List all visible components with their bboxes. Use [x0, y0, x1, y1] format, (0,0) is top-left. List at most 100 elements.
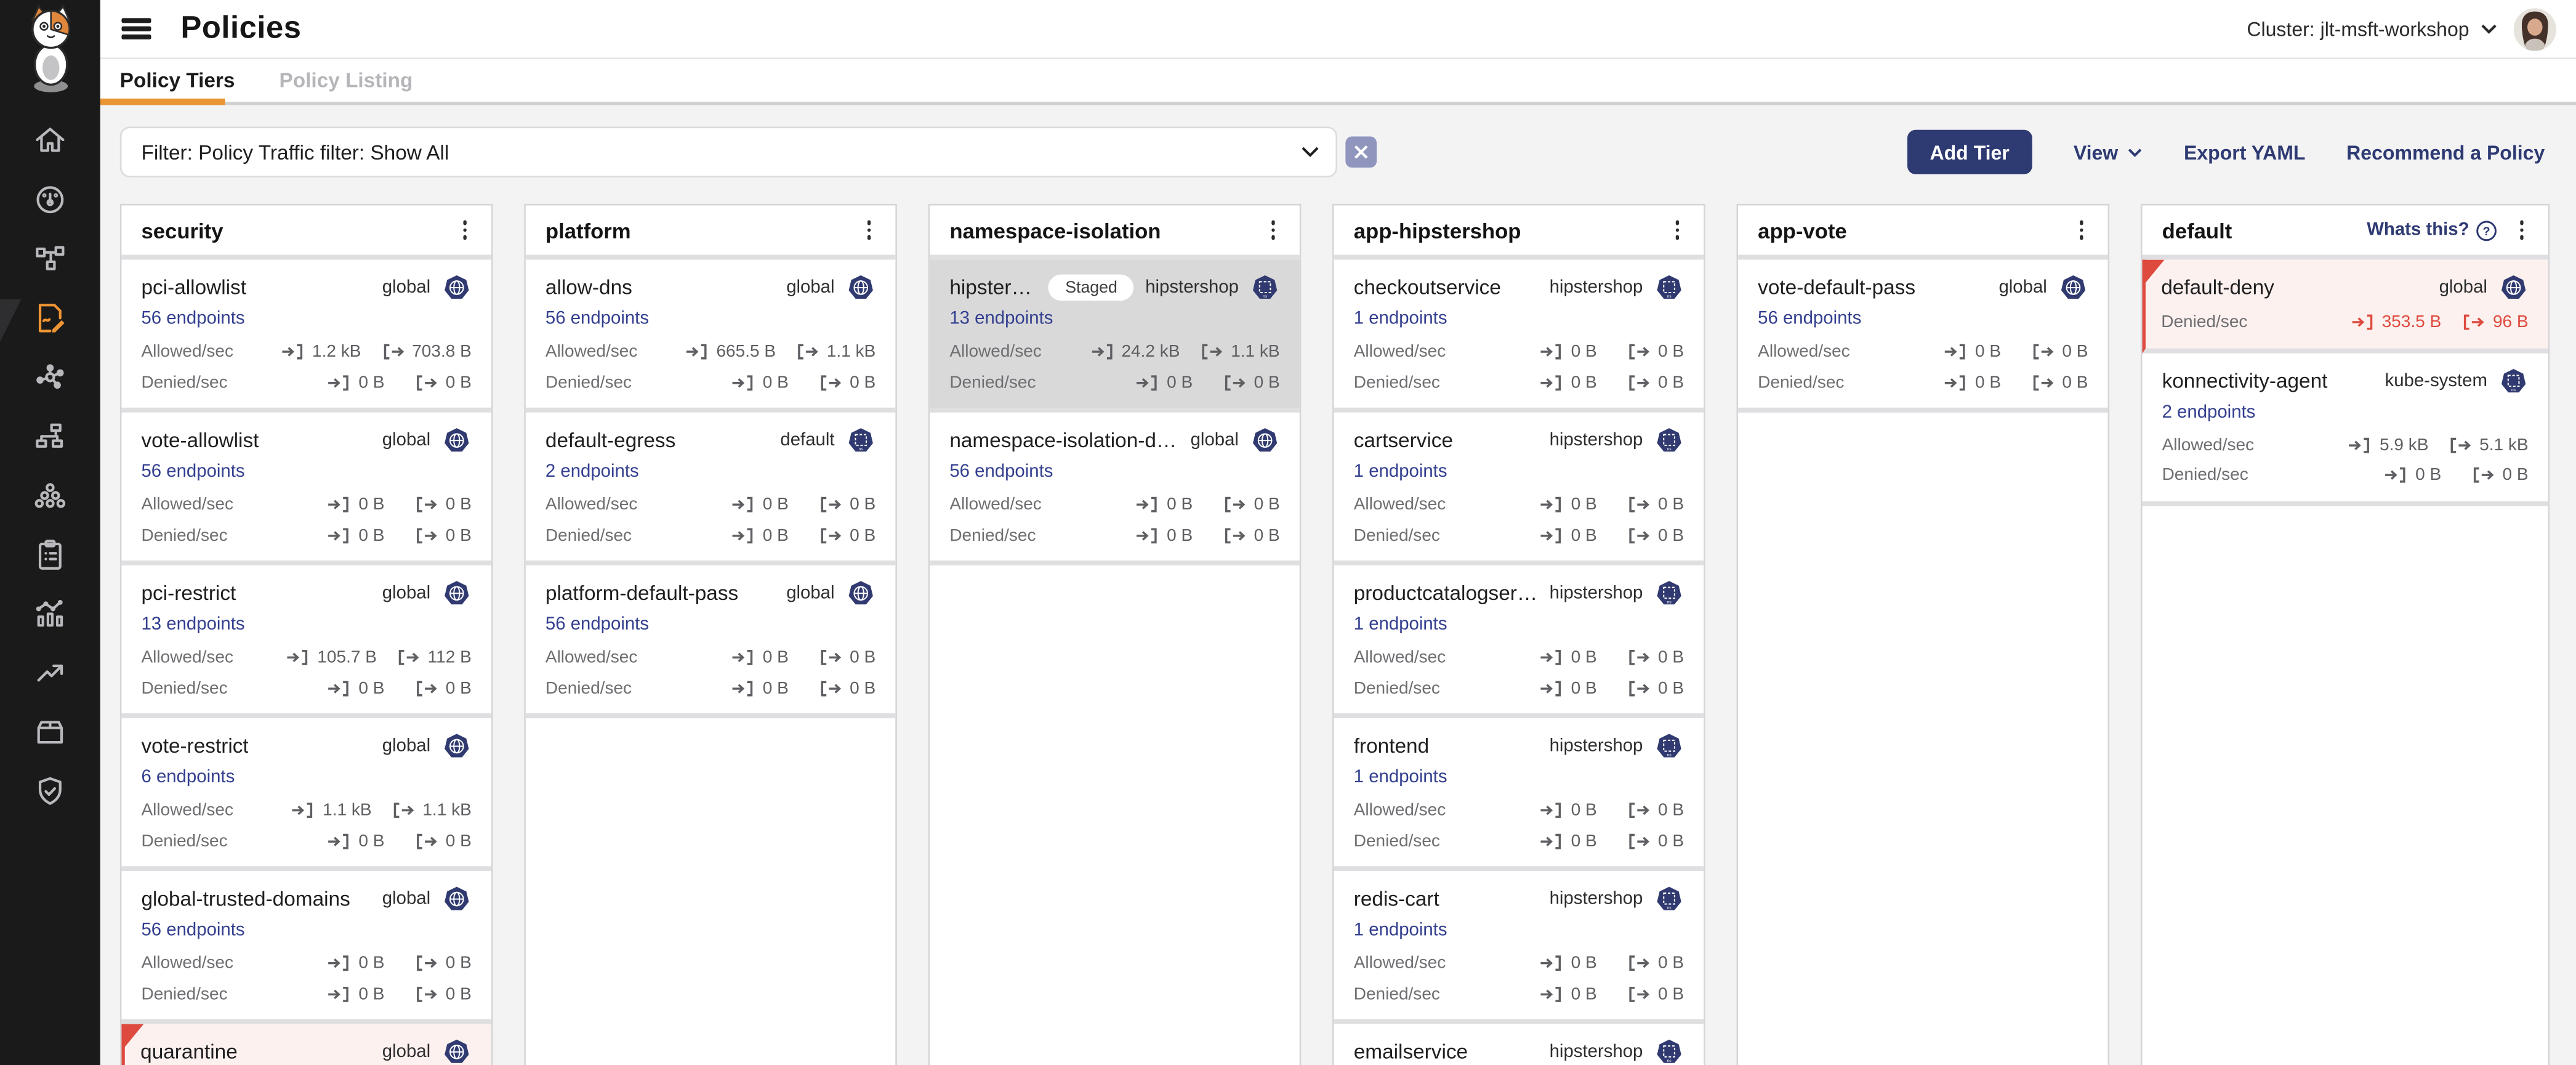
endpoints-link[interactable]: 13 endpoints	[141, 614, 244, 636]
tier-menu-kebab-icon[interactable]	[1262, 217, 1284, 243]
egress-stat: 0 B	[1212, 525, 1279, 545]
traffic-stat-row: Denied/sec 0 B 0 B	[545, 371, 875, 393]
egress-stat: 0 B	[2021, 342, 2088, 362]
ingress-stat: 1.1 kB	[291, 800, 371, 820]
endpoints-link[interactable]: 56 endpoints	[1758, 308, 1861, 330]
policy-card-vote-default-pass[interactable]: vote-default-passglobal 56 endpointsAllo…	[1738, 260, 2107, 413]
policy-card-pci-allowlist[interactable]: pci-allowlistglobal 56 endpointsAllowed/…	[121, 260, 491, 413]
sidebar-item-package-box[interactable]	[0, 707, 100, 766]
policy-card-namespace-isolation-default-p[interactable]: namespace-isolation-default-p…global 56 …	[930, 413, 1299, 565]
policies-app: Policies Cluster: jlt-msft-workshop	[0, 0, 2576, 1065]
policy-card-vote-allowlist[interactable]: vote-allowlistglobal 56 endpointsAllowed…	[121, 413, 491, 565]
traffic-stat-row: Denied/sec 0 B 0 B	[141, 371, 471, 393]
endpoints-link[interactable]: 13 endpoints	[949, 308, 1053, 330]
egress-stat: 0 B	[808, 372, 875, 392]
policy-card-pci-restrict[interactable]: pci-restrictglobal 13 endpointsAllowed/s…	[121, 565, 491, 718]
endpoints-link[interactable]: 56 endpoints	[949, 461, 1053, 482]
add-tier-button[interactable]: Add Tier	[1907, 130, 2032, 174]
export-yaml-button[interactable]: Export YAML	[2184, 140, 2306, 163]
egress-stat: 0 B	[404, 954, 471, 973]
egress-traffic-icon	[818, 649, 843, 666]
policy-scope-label: hipstershop	[1550, 1042, 1643, 1062]
tier-menu-kebab-icon[interactable]	[453, 217, 476, 243]
endpoints-link[interactable]: 56 endpoints	[141, 920, 244, 941]
policy-card-cartservice[interactable]: cartservicehipstershop ns1 endpointsAllo…	[1334, 413, 1704, 565]
endpoints-link[interactable]: 1 endpoints	[1354, 461, 1447, 482]
ingress-stat: 0 B	[1519, 372, 1596, 392]
tier-menu-kebab-icon[interactable]	[1666, 217, 1689, 243]
staged-badge: Staged	[1049, 275, 1134, 301]
hamburger-menu-icon[interactable]	[121, 18, 151, 39]
tab-policy-listing[interactable]: Policy Listing	[279, 69, 413, 92]
policy-card-allow-dns[interactable]: allow-dnsglobal 56 endpointsAllowed/sec …	[526, 260, 895, 413]
sidebar-item-service-graph[interactable]	[0, 352, 100, 411]
endpoints-link[interactable]: 1 endpoints	[1354, 308, 1447, 330]
traffic-stat-row: Denied/sec 0 B 0 B	[949, 371, 1279, 393]
endpoints-link[interactable]: 56 endpoints	[141, 461, 244, 482]
endpoints-link[interactable]: 56 endpoints	[141, 308, 244, 330]
policy-scope-label: default	[780, 431, 834, 450]
endpoints-link[interactable]: 56 endpoints	[545, 308, 649, 330]
tab-policy-tiers[interactable]: Policy Tiers	[120, 69, 235, 92]
egress-traffic-icon	[818, 679, 843, 696]
policy-filter-dropdown[interactable]: Filter: Policy Traffic filter: Show All	[120, 126, 1337, 177]
endpoints-link[interactable]: 2 endpoints	[2162, 401, 2256, 423]
ingress-stat: 0 B	[711, 372, 788, 392]
endpoints-link[interactable]: 2 endpoints	[545, 461, 639, 482]
endpoints-link[interactable]: 1 endpoints	[1354, 920, 1447, 941]
policy-card-konnectivity-agent[interactable]: konnectivity-agentkube-system ns2 endpoi…	[2143, 352, 2548, 505]
policy-name: redis-cart	[1354, 888, 1439, 910]
egress-traffic-icon	[818, 496, 843, 513]
endpoints-link[interactable]: 1 endpoints	[1354, 767, 1447, 788]
policy-card-platform-default-pass[interactable]: platform-default-pass global 56 endpoints…	[526, 565, 895, 718]
policy-card-quarantine[interactable]: quarantineglobal 0 endpoints	[121, 1024, 491, 1065]
policy-card-checkoutservice[interactable]: checkoutservicehipstershop ns1 endpoints…	[1334, 260, 1704, 413]
svg-text:ns: ns	[1667, 447, 1672, 452]
policy-card-hipstershop-gh[interactable]: hipstershop-gh…Stagedhipstershop ns13 en…	[930, 260, 1299, 413]
tier-menu-kebab-icon[interactable]	[858, 217, 880, 243]
sidebar-item-flow-metrics[interactable]	[0, 588, 100, 647]
sidebar-item-workload-cluster[interactable]	[0, 470, 100, 529]
policy-card-global-trusted-domains[interactable]: global-trusted-domainsglobal 56 endpoint…	[121, 871, 491, 1024]
clear-filter-button[interactable]	[1345, 136, 1377, 168]
sidebar-item-home[interactable]	[0, 115, 100, 174]
user-avatar[interactable]	[2514, 7, 2556, 50]
policy-card-redis-cart[interactable]: redis-carthipstershop ns1 endpointsAllow…	[1334, 871, 1704, 1024]
sidebar-item-shield-check[interactable]	[0, 766, 100, 825]
sidebar-item-compliance-clipboard[interactable]	[0, 529, 100, 588]
whats-this-link[interactable]: Whats this? ?	[2367, 219, 2497, 241]
policy-card-frontend[interactable]: frontendhipstershop ns1 endpointsAllowed…	[1334, 718, 1704, 871]
sidebar-item-trend-arrow[interactable]	[0, 647, 100, 707]
policy-card-default-deny[interactable]: default-denyglobal Denied/sec 353.5 B 96…	[2143, 260, 2548, 353]
stat-label: Denied/sec	[949, 525, 1036, 545]
endpoints-link[interactable]: 1 endpoints	[1354, 614, 1447, 636]
policy-card-default-egress[interactable]: default-egressdefault ns2 endpointsAllow…	[526, 413, 895, 565]
sidebar-item-dashboard-gauge[interactable]	[0, 174, 100, 233]
sidebar-item-node-hierarchy[interactable]	[0, 411, 100, 470]
endpoints-link[interactable]: 6 endpoints	[141, 767, 235, 788]
cluster-selector[interactable]: Cluster: jlt-msft-workshop	[2247, 17, 2497, 40]
endpoints-link[interactable]: 56 endpoints	[545, 614, 649, 636]
global-scope-icon	[442, 426, 472, 455]
tier-menu-kebab-icon[interactable]	[2070, 217, 2093, 243]
ingress-traffic-icon	[328, 955, 352, 971]
recommend-policy-button[interactable]: Recommend a Policy	[2346, 140, 2545, 163]
egress-stat: 0 B	[1617, 954, 1684, 973]
policy-card-vote-restrict[interactable]: vote-restrictglobal 6 endpointsAllowed/s…	[121, 718, 491, 871]
view-menu-button[interactable]: View	[2074, 140, 2143, 163]
stat-label: Allowed/sec	[545, 495, 638, 514]
sidebar-item-network-topology[interactable]	[0, 233, 100, 293]
sidebar-item-policies[interactable]	[0, 293, 100, 352]
policy-card-emailservice[interactable]: emailservicehipstershop ns1 endpointsAll…	[1334, 1024, 1704, 1065]
tier-menu-kebab-icon[interactable]	[2510, 217, 2533, 243]
ingress-stat: 0 B	[307, 984, 384, 1003]
traffic-stat-row: Allowed/sec 1.1 kB 1.1 kB	[141, 800, 471, 821]
sidebar	[0, 0, 100, 1065]
cluster-label: Cluster: jlt-msft-workshop	[2247, 17, 2469, 40]
stat-label: Allowed/sec	[141, 647, 233, 667]
policy-name: platform-default-pass	[545, 582, 738, 605]
policy-scope-label: global	[786, 583, 834, 603]
policy-card-productcatalogservice[interactable]: productcatalogservicehipstershop ns1 end…	[1334, 565, 1704, 718]
home-icon	[33, 123, 67, 166]
global-scope-icon	[2058, 273, 2088, 302]
